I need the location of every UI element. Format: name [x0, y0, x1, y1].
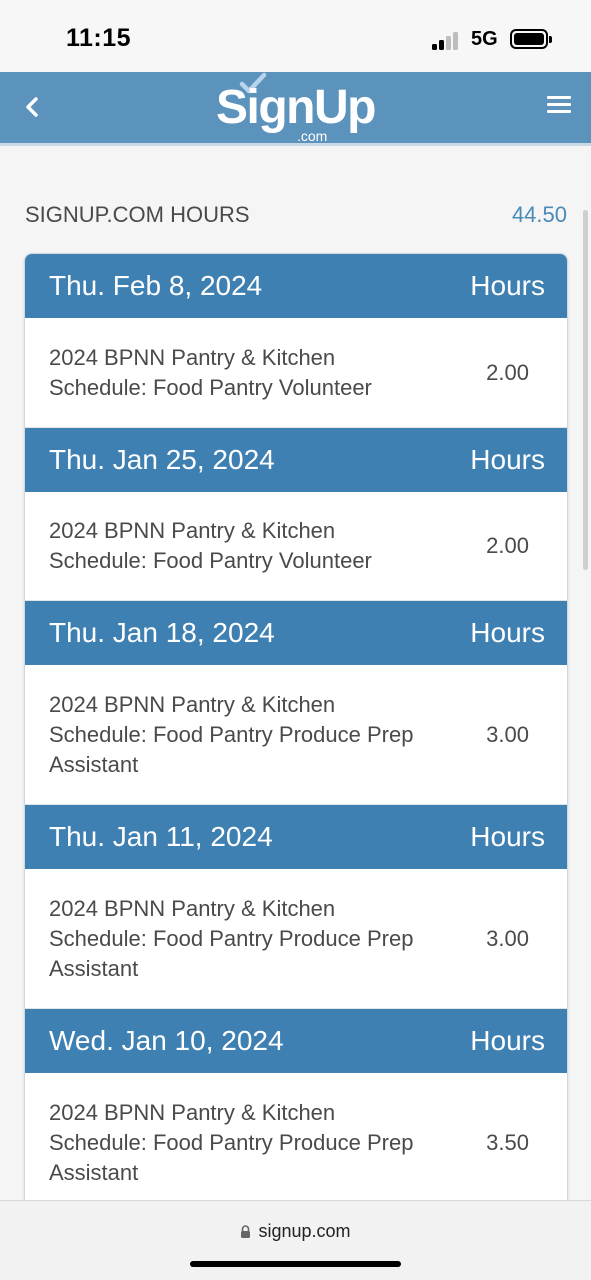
- battery-icon: [510, 29, 552, 49]
- day-header: Wed. Jan 10, 2024 Hours: [25, 1009, 567, 1073]
- entry-hours: 2.00: [486, 359, 529, 385]
- entry-hours: 3.50: [486, 1129, 529, 1155]
- hours-column-label: Hours: [470, 444, 545, 475]
- summary-total: 44.50: [511, 202, 567, 227]
- hours-summary: SIGNUP.COM HOURS 44.50: [25, 200, 567, 230]
- logo-domain: .com: [297, 128, 328, 144]
- url-text: signup.com: [258, 1221, 351, 1241]
- menu-button[interactable]: [547, 96, 571, 118]
- entry-name: 2024 BPNN Pantry & Kitchen Schedule: Foo…: [49, 1099, 414, 1185]
- day-date: Thu. Jan 25, 2024: [49, 444, 275, 475]
- list-item[interactable]: 2024 BPNN Pantry & Kitchen Schedule: Foo…: [25, 665, 567, 805]
- hours-column-label: Hours: [470, 821, 545, 852]
- list-item[interactable]: 2024 BPNN Pantry & Kitchen Schedule: Foo…: [25, 492, 567, 601]
- entry-hours: 2.00: [486, 533, 529, 558]
- network-type: 5G: [471, 28, 498, 50]
- entry-hours: 3.00: [486, 721, 529, 747]
- hours-list: Thu. Feb 8, 2024 Hours 2024 BPNN Pantry …: [24, 253, 568, 1214]
- hamburger-menu-icon: [547, 96, 571, 113]
- browser-address-bar[interactable]: signup.com: [0, 1200, 591, 1280]
- back-button[interactable]: [16, 90, 50, 124]
- page-scrollbar[interactable]: [583, 210, 588, 570]
- day-date: Thu. Feb 8, 2024: [49, 270, 263, 301]
- hours-column-label: Hours: [470, 617, 545, 648]
- signup-logo[interactable]: SignUp .com: [210, 72, 390, 146]
- list-item[interactable]: 2024 BPNN Pantry & Kitchen Schedule: Foo…: [25, 1073, 567, 1213]
- day-date: Thu. Jan 18, 2024: [49, 617, 275, 648]
- lock-icon: [241, 1225, 251, 1238]
- entry-name: 2024 BPNN Pantry & Kitchen Schedule: Foo…: [49, 344, 372, 400]
- hours-column-label: Hours: [470, 1025, 545, 1056]
- day-date: Wed. Jan 10, 2024: [49, 1025, 284, 1056]
- chevron-left-icon: [26, 97, 38, 117]
- url-display[interactable]: signup.com: [0, 1221, 591, 1242]
- status-bar: 11:15 5G: [0, 0, 591, 72]
- status-time: 11:15: [66, 24, 132, 52]
- day-header: Thu. Feb 8, 2024 Hours: [25, 254, 567, 318]
- list-item[interactable]: 2024 BPNN Pantry & Kitchen Schedule: Foo…: [25, 318, 567, 428]
- day-header: Thu. Jan 11, 2024 Hours: [25, 805, 567, 869]
- entry-hours: 3.00: [486, 925, 529, 951]
- cellular-signal-icon: [432, 30, 464, 50]
- day-date: Thu. Jan 11, 2024: [49, 821, 273, 852]
- entry-name: 2024 BPNN Pantry & Kitchen Schedule: Foo…: [49, 895, 414, 981]
- hours-column-label: Hours: [470, 270, 545, 301]
- logo-text: SignUp: [216, 81, 376, 134]
- app-header: SignUp .com: [0, 72, 591, 146]
- list-item[interactable]: 2024 BPNN Pantry & Kitchen Schedule: Foo…: [25, 869, 567, 1009]
- entry-name: 2024 BPNN Pantry & Kitchen Schedule: Foo…: [49, 691, 414, 777]
- entry-name: 2024 BPNN Pantry & Kitchen Schedule: Foo…: [49, 518, 372, 573]
- home-indicator[interactable]: [190, 1261, 401, 1267]
- day-header: Thu. Jan 25, 2024 Hours: [25, 428, 567, 492]
- day-header: Thu. Jan 18, 2024 Hours: [25, 601, 567, 665]
- summary-label: SIGNUP.COM HOURS: [25, 202, 250, 227]
